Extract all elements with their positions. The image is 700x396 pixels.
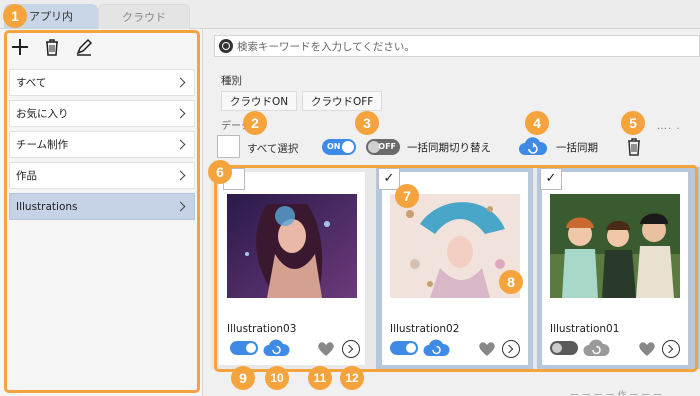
select-all-label: すべて選択: [247, 143, 299, 155]
tab-cloud[interactable]: クラウド: [98, 4, 190, 29]
bulk-trash-icon[interactable]: [626, 137, 642, 159]
callout-2: 2: [243, 111, 267, 135]
bulk-on-toggle[interactable]: ON: [322, 139, 356, 155]
select-all-checkbox[interactable]: [217, 135, 240, 158]
toggle-on-label: ON: [327, 142, 341, 151]
sidebar-highlight: [4, 30, 200, 393]
callout-6: 6: [208, 160, 232, 184]
callout-5: 5: [621, 111, 645, 135]
search-icon: [219, 39, 233, 53]
callout-8: 8: [499, 270, 523, 294]
footer-hint: ー ー ー ー 作 ー ー ー: [570, 391, 663, 396]
bulk-off-toggle[interactable]: OFF: [366, 139, 400, 155]
callout-7: 7: [395, 184, 419, 208]
toggle-knob: [342, 141, 354, 153]
bulk-sync-toggle-label: 一括同期切り替え: [407, 142, 491, 154]
cloud-off-filter-button[interactable]: クラウドOFF: [302, 91, 383, 111]
cloud-on-filter-button[interactable]: クラウドON: [221, 91, 298, 111]
callout-4: 4: [525, 111, 549, 135]
bulk-sync-label: 一括同期: [556, 142, 598, 154]
search-input[interactable]: 検索キーワードを入力してください。: [237, 39, 415, 54]
callout-3: 3: [355, 111, 379, 135]
tab-bar: アプリ内 クラウド: [0, 0, 700, 29]
callout-9: 9: [231, 366, 255, 390]
callout-12: 12: [340, 366, 364, 390]
more-icon[interactable]: …. .: [657, 121, 681, 132]
cards-highlight: [214, 165, 698, 372]
type-label: 種別: [221, 75, 242, 87]
toggle-off-label: OFF: [378, 142, 396, 151]
bulk-cloud-sync-icon[interactable]: [518, 135, 548, 157]
callout-11: 11: [308, 366, 332, 390]
search-bar[interactable]: 検索キーワードを入力してください。: [214, 35, 700, 57]
callout-1: 1: [3, 4, 27, 28]
callout-10: 10: [265, 366, 289, 390]
